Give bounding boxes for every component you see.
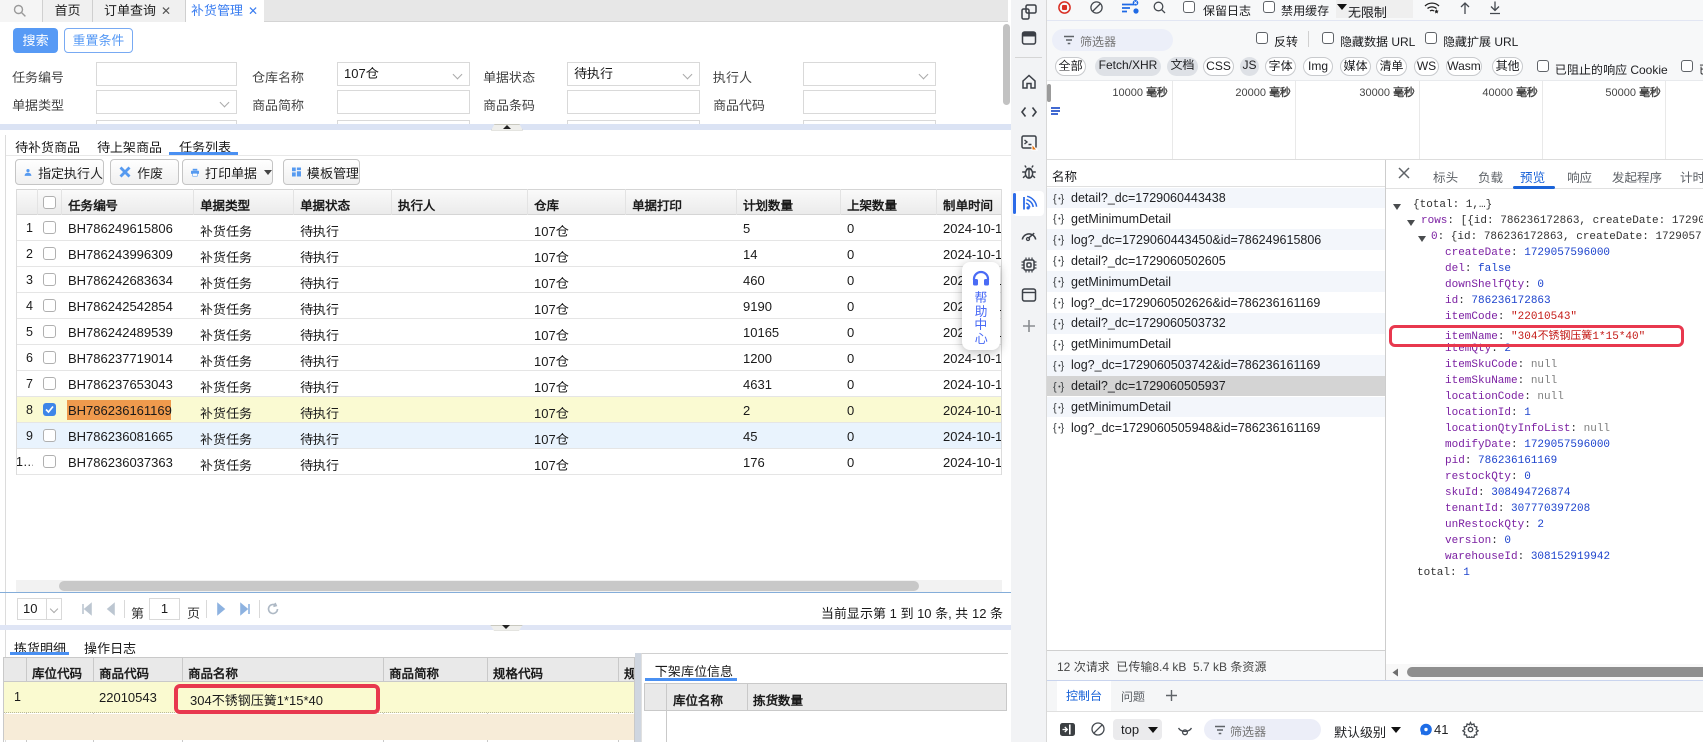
svg-text:}: } xyxy=(1061,213,1065,225)
svg-text:}: } xyxy=(1061,255,1065,267)
svg-text:{: { xyxy=(1053,422,1057,434)
svg-text:{: { xyxy=(1053,297,1057,309)
svg-text:}: } xyxy=(1061,422,1065,434)
svg-text:{: { xyxy=(1053,339,1057,351)
svg-text:}: } xyxy=(1061,297,1065,309)
svg-text:}: } xyxy=(1061,193,1065,205)
svg-text:}: } xyxy=(1061,339,1065,351)
svg-text:}: } xyxy=(1061,234,1065,246)
svg-text:{: { xyxy=(1053,213,1057,225)
svg-text:}: } xyxy=(1061,276,1065,288)
svg-text:}: } xyxy=(1061,360,1065,372)
svg-text:{: { xyxy=(1053,318,1057,330)
svg-text:{: { xyxy=(1053,255,1057,267)
svg-text:{: { xyxy=(1053,276,1057,288)
svg-text:{: { xyxy=(1053,234,1057,246)
svg-text:{: { xyxy=(1053,360,1057,372)
svg-text:}: } xyxy=(1061,381,1065,393)
svg-text:}: } xyxy=(1061,402,1065,414)
svg-text:{: { xyxy=(1053,381,1057,393)
svg-text:}: } xyxy=(1061,318,1065,330)
svg-text:{: { xyxy=(1053,402,1057,414)
svg-text:{: { xyxy=(1053,193,1057,205)
